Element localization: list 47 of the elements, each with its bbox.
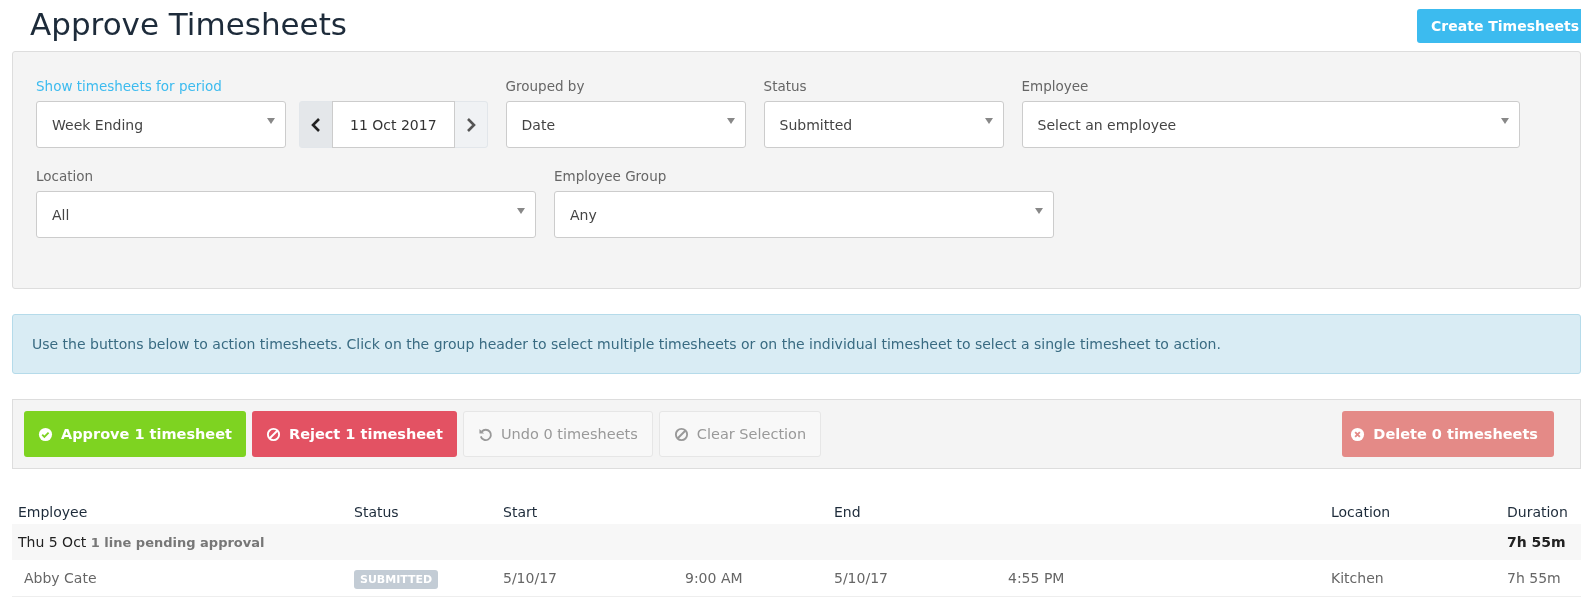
period-label: Show timesheets for period — [36, 78, 223, 95]
caret-icon — [984, 117, 993, 124]
field-label: Location — [36, 168, 95, 185]
table-cell-text: 9:00 AM — [685, 570, 744, 586]
table-cell-text: 7h 55m — [1507, 570, 1562, 586]
close-circle-icon — [1350, 426, 1366, 442]
dropdown[interactable]: Select an employee — [1021, 101, 1520, 148]
field-label: Employee — [1021, 78, 1090, 95]
caret-icon — [1500, 117, 1509, 124]
column-header: End — [834, 503, 862, 520]
info-message: Use the buttons below to action timesheets. Click on the group header to select multiple timesheets or on the individual timesheet to select a single timesheet to action. — [12, 314, 1581, 374]
field-label: Grouped by — [505, 78, 586, 95]
ban-icon — [265, 426, 281, 442]
caret-icon — [517, 207, 525, 214]
date-field[interactable]: 11 Oct 2017 — [332, 101, 455, 148]
reject-button[interactable]: Reject 1 timesheet — [251, 411, 457, 457]
check-circle-icon — [38, 426, 53, 442]
table-cell-text: Kitchen — [1331, 570, 1385, 586]
column-header: Location — [1331, 503, 1392, 520]
column-header: Employee — [18, 503, 89, 520]
table-cell-text: 4:55 PM — [1008, 570, 1066, 586]
column-header: Status — [354, 503, 400, 520]
table-cell-text: 5/10/17 — [503, 570, 558, 586]
dropdown[interactable]: Any — [554, 191, 1054, 238]
field-label: Employee Group — [554, 168, 668, 185]
caret-icon — [267, 117, 275, 124]
dropdown[interactable]: Week Ending — [36, 101, 286, 148]
dropdown[interactable]: All — [36, 191, 536, 238]
caret-icon — [726, 117, 735, 124]
chevron-left-icon — [311, 117, 321, 132]
page-title: Approve Timesheets — [29, 5, 347, 44]
undo-icon — [477, 426, 493, 442]
status-badge: SUBMITTED — [354, 570, 439, 589]
caret-icon — [1035, 207, 1043, 214]
column-header: Start — [503, 503, 539, 520]
group-duration: 7h 55m — [1507, 534, 1567, 550]
table-cell-text: Abby Cate — [23, 570, 98, 586]
dropdown[interactable]: Submitted — [763, 101, 1004, 148]
dropdown[interactable]: Date — [505, 101, 746, 148]
group-header-row[interactable]: Thu 5 Oct 1 line pending approval 7h 55m — [12, 524, 1581, 560]
column-header: Duration — [1507, 503, 1569, 520]
chevron-right-icon — [465, 117, 476, 132]
table-cell-text: 5/10/17 — [834, 570, 889, 586]
ban-icon — [673, 426, 689, 442]
group-title: Thu 5 Oct 1 line pending approval — [18, 534, 266, 550]
field-label: Status — [763, 78, 808, 95]
previous-button[interactable] — [300, 102, 332, 147]
